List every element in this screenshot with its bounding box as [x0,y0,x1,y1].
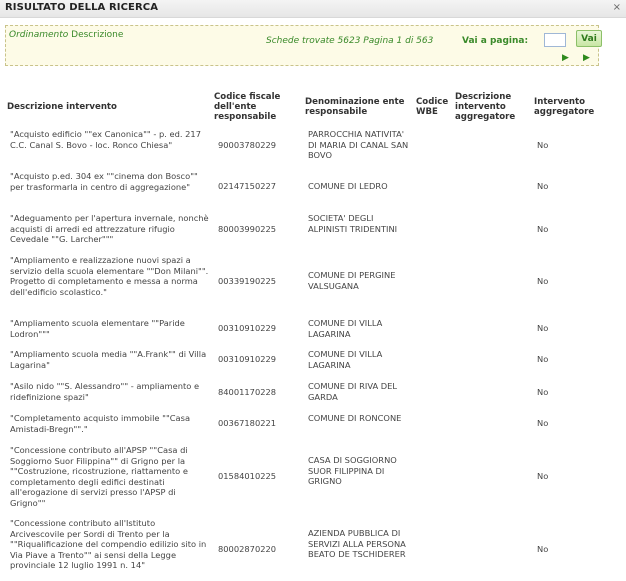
table-row-codice-fiscale: 80003990225 [218,224,277,234]
column-header-codice-fiscale: Codice fiscale dell'ente responsabile [214,92,281,122]
table-row-codice-fiscale: 00367180221 [218,418,277,428]
table-row-codice-fiscale: 00339190225 [218,276,277,286]
table-row-aggregatore: No [537,181,549,191]
table-row-aggregatore: No [537,387,549,397]
goto-page-label: Vai a pagina: [462,36,529,46]
sort-label: Ordinamento [9,30,69,40]
column-header-descrizione-aggregatore: Descrizione intervento aggregatore [455,92,516,122]
results-summary: Schede trovate 5623 Pagina 1 di 563 [266,36,434,46]
table-row-descrizione: "Asilo nido ""S. Alessandro"" - ampliame… [10,381,200,402]
window-titlebar: RISULTATO DELLA RICERCA × [0,0,626,18]
close-icon[interactable]: × [613,2,621,13]
table-row-aggregatore: No [537,471,549,481]
table-row-denominazione: SOCIETA' DEGLI ALPINISTI TRIDENTINI [308,213,398,234]
column-header-denominazione: Denominazione ente responsabile [305,97,405,117]
table-row-descrizione: "Concessione contributo all'APSP ""Casa … [10,445,189,508]
table-row-codice-fiscale: 02147150227 [218,181,277,191]
table-row-codice-fiscale: 80002870220 [218,544,277,554]
table-row-codice-fiscale: 00310910229 [218,323,277,333]
table-row-denominazione: COMUNE DI RONCONE [308,413,402,423]
table-row-aggregatore: No [537,323,549,333]
table-row-denominazione: COMUNE DI RIVA DEL GARDA [308,381,398,402]
table-row-denominazione: COMUNE DI LEDRO [308,181,388,191]
table-row-codice-fiscale: 00310910229 [218,354,277,364]
table-row-aggregatore: No [537,544,549,554]
table-row-descrizione: "Ampliamento scuola media ""A.Frank"" di… [10,349,207,370]
table-row-denominazione: COMUNE DI PERGINE VALSUGANA [308,270,396,291]
table-row-descrizione: "Acquisto p.ed. 304 ex ""cinema don Bosc… [10,171,198,192]
last-page-icon[interactable]: ▶ [583,53,590,63]
window-title: RISULTATO DELLA RICERCA [5,2,159,13]
table-row-denominazione: AZIENDA PUBBLICA DI SERVIZI ALLA PERSONA… [308,528,406,559]
table-row-descrizione: "Concessione contributo all'Istituto Arc… [10,518,207,570]
table-row-descrizione: "Acquisto edificio ""ex Canonica"" - p. … [10,129,201,150]
table-row-codice-fiscale: 01584010225 [218,471,277,481]
table-row-descrizione: "Adeguamento per l'apertura invernale, n… [10,213,209,244]
goto-page-input[interactable] [544,33,566,47]
column-header-codice-wbe: Codice WBE [416,97,449,117]
goto-page-button[interactable]: Vai [576,30,602,47]
table-row-descrizione: "Completamento acquisto immobile ""Casa … [10,413,191,434]
search-summary-panel: Ordinamento Descrizione Schede trovate 5… [5,25,602,66]
table-row-descrizione: "Ampliamento scuola elementare ""Paride … [10,318,185,339]
table-row-aggregatore: No [537,354,549,364]
table-row-descrizione: "Ampliamento e realizzazione nuovi spazi… [10,255,209,297]
table-row-codice-fiscale: 84001170228 [218,387,277,397]
next-page-icon[interactable]: ▶ [562,53,569,63]
table-row-aggregatore: No [537,276,549,286]
column-header-intervento-aggregatore: Intervento aggregatore [534,97,595,117]
table-row-denominazione: CASA DI SOGGIORNO SUOR FILIPPINA DI GRIG… [308,455,397,486]
sort-value[interactable]: Descrizione [71,30,123,40]
table-row-aggregatore: No [537,418,549,428]
sort-info: Ordinamento Descrizione [9,30,123,40]
table-row-aggregatore: No [537,224,549,234]
table-row-denominazione: COMUNE DI VILLA LAGARINA [308,349,383,370]
table-row-codice-fiscale: 90003780229 [218,140,277,150]
column-header-descrizione: Descrizione intervento [7,102,117,112]
table-row-denominazione: PARROCCHIA NATIVITA' DI MARIA DI CANAL S… [308,129,409,160]
table-row-denominazione: COMUNE DI VILLA LAGARINA [308,318,383,339]
table-row-aggregatore: No [537,140,549,150]
